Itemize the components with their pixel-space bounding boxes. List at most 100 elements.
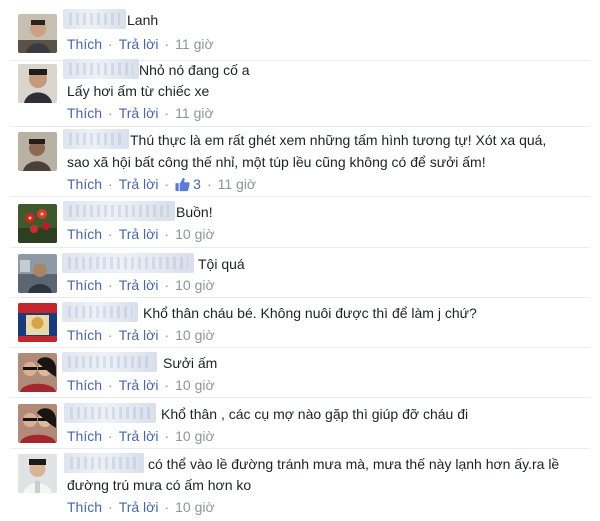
- like-link[interactable]: Thích: [67, 325, 102, 345]
- comment-time[interactable]: 11 giờ: [218, 174, 257, 194]
- reply-link[interactable]: Trả lời: [119, 224, 159, 244]
- separator-dot: ·: [164, 176, 170, 192]
- comment-text-line: Nhỏ nó đang cố a: [139, 62, 250, 78]
- comment-time[interactable]: 10 giờ: [175, 497, 215, 517]
- comment-time[interactable]: 11 giờ: [175, 103, 214, 123]
- like-link[interactable]: Thích: [67, 275, 102, 295]
- comment-actions: Thích · Trả lời · 11 giờ: [67, 34, 214, 54]
- author-name-redacted[interactable]: [64, 453, 144, 473]
- comment-text-line: Tội quá: [198, 256, 245, 272]
- separator-dot: ·: [108, 499, 113, 515]
- separator-dot: ·: [164, 36, 170, 52]
- comment-actions: Thích · Trả lời · 11 giờ: [67, 103, 214, 123]
- comment-time[interactable]: 11 giờ: [175, 34, 214, 54]
- separator-dot: ·: [108, 377, 113, 393]
- like-link[interactable]: Thích: [67, 426, 102, 446]
- reply-link[interactable]: Trả lời: [119, 275, 159, 295]
- comment-actions: Thích · Trả lời · 3 · 11 giờ: [67, 174, 256, 194]
- comment-time[interactable]: 10 giờ: [175, 426, 215, 446]
- comment-text-line: đường trú mưa có ấm hơn ko: [67, 477, 252, 493]
- author-name-redacted[interactable]: [62, 302, 138, 322]
- separator-dot: ·: [108, 105, 113, 121]
- avatar[interactable]: [18, 14, 57, 53]
- avatar-poster-icon: [18, 303, 57, 342]
- author-name-redacted[interactable]: [63, 129, 129, 149]
- separator-dot: ·: [164, 499, 170, 515]
- reply-link[interactable]: Trả lời: [119, 375, 159, 395]
- comment-text-line: sao xã hội bất công thế nhỉ, một túp lều…: [67, 154, 486, 170]
- author-name-redacted[interactable]: [62, 253, 194, 273]
- author-name-redacted[interactable]: [63, 201, 175, 221]
- like-link[interactable]: Thích: [67, 497, 102, 517]
- avatar[interactable]: [18, 353, 57, 392]
- avatar-red-flowers-icon: [18, 204, 57, 243]
- like-link[interactable]: Thích: [67, 375, 102, 395]
- reply-link[interactable]: Trả lời: [119, 34, 159, 54]
- separator-dot: ·: [108, 277, 113, 293]
- author-name-redacted[interactable]: [63, 59, 139, 79]
- comment-text-line: Thú thực là em rất ghét xem những tấm hì…: [130, 132, 547, 148]
- reply-link[interactable]: Trả lời: [119, 174, 159, 194]
- avatar-couple-photo-icon: [18, 353, 57, 392]
- avatar-man-photo-icon: [18, 132, 57, 171]
- divider: [10, 247, 590, 248]
- divider: [10, 196, 590, 197]
- separator-dot: ·: [164, 105, 170, 121]
- author-name-redacted[interactable]: [64, 403, 156, 423]
- comment-text-line: Khổ thân cháu bé. Không nuôi được thì để…: [143, 305, 477, 321]
- comment-time[interactable]: 10 giờ: [175, 375, 215, 395]
- divider: [10, 297, 590, 298]
- comment-actions: Thích · Trả lời · 10 giờ: [67, 375, 215, 395]
- separator-dot: ·: [108, 428, 113, 444]
- comment-time[interactable]: 10 giờ: [175, 275, 215, 295]
- like-link[interactable]: Thích: [67, 174, 102, 194]
- avatar-man-photo-icon: [18, 454, 57, 493]
- like-link[interactable]: Thích: [67, 34, 102, 54]
- comment-text-line: Sưởi ấm: [163, 355, 218, 371]
- avatar-man-photo-icon: [18, 64, 57, 103]
- reply-link[interactable]: Trả lời: [119, 497, 159, 517]
- comment-actions: Thích · Trả lời · 10 giờ: [67, 426, 215, 446]
- separator-dot: ·: [108, 36, 113, 52]
- author-name-redacted[interactable]: [63, 9, 126, 29]
- comment-time[interactable]: 10 giờ: [175, 325, 215, 345]
- like-count[interactable]: 3: [175, 174, 201, 194]
- comment-text-line: Khổ thân , các cụ mợ nào gặp thì giúp đỡ…: [161, 406, 469, 422]
- avatar-photo-icon: [18, 254, 57, 293]
- comment-actions: Thích · Trả lời · 10 giờ: [67, 325, 215, 345]
- comment-text-line: Lấy hơi ấm từ chiếc xe: [67, 83, 210, 99]
- avatar-man-photo-icon: [18, 14, 57, 53]
- like-link[interactable]: Thích: [67, 224, 102, 244]
- comment-text-line: có thể vào lề đường tránh mưa mà, mưa th…: [148, 456, 560, 472]
- reply-link[interactable]: Trả lời: [119, 426, 159, 446]
- avatar[interactable]: [18, 64, 57, 103]
- separator-dot: ·: [108, 226, 113, 242]
- comment-time[interactable]: 10 giờ: [175, 224, 215, 244]
- separator-dot: ·: [164, 277, 170, 293]
- avatar[interactable]: [18, 132, 57, 171]
- comment-actions: Thích · Trả lời · 10 giờ: [67, 275, 215, 295]
- thumbs-up-icon: [175, 177, 190, 191]
- reply-link[interactable]: Trả lời: [119, 103, 159, 123]
- comment-text-line: Lanh: [127, 12, 159, 28]
- avatar[interactable]: [18, 303, 57, 342]
- separator-dot: ·: [108, 327, 113, 343]
- avatar[interactable]: [18, 204, 57, 243]
- avatar[interactable]: [18, 454, 57, 493]
- separator-dot: ·: [108, 176, 113, 192]
- reply-link[interactable]: Trả lời: [119, 325, 159, 345]
- avatar[interactable]: [18, 254, 57, 293]
- separator-dot: ·: [164, 428, 170, 444]
- avatar[interactable]: [18, 404, 57, 443]
- like-link[interactable]: Thích: [67, 103, 102, 123]
- separator-dot: ·: [164, 377, 170, 393]
- separator-dot: ·: [164, 327, 170, 343]
- avatar-couple-photo-icon: [18, 404, 57, 443]
- author-name-redacted[interactable]: [62, 352, 157, 372]
- divider: [10, 126, 590, 127]
- divider: [10, 397, 590, 398]
- like-count-value: 3: [193, 176, 201, 192]
- comment-actions: Thích · Trả lời · 10 giờ: [67, 224, 215, 244]
- separator-dot: ·: [206, 176, 212, 192]
- divider: [10, 448, 590, 449]
